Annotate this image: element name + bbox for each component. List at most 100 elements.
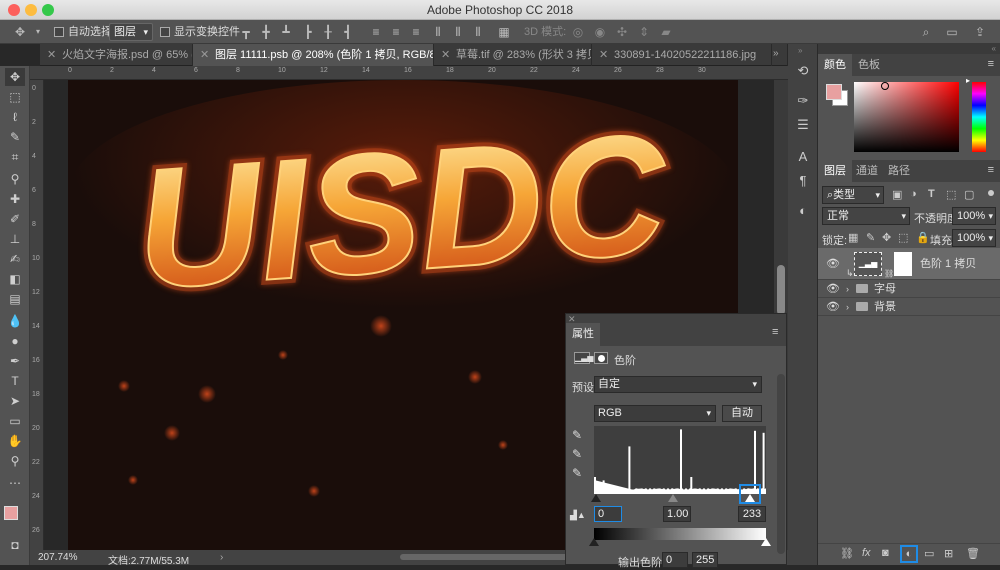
slide-3d-icon[interactable]: ⇕ [636,24,652,40]
scroll-thumb[interactable] [777,265,785,315]
color-field[interactable] [854,82,959,152]
filter-toggle[interactable] [988,190,994,196]
marquee-tool-icon[interactable]: ⬚ [5,88,25,106]
hand-tool-icon[interactable]: ✋ [5,432,25,450]
visibility-eye-icon[interactable]: 👁 [826,280,840,298]
search-icon[interactable]: ⌕ [918,24,934,40]
panel-menu-icon[interactable]: ≡ [988,58,994,70]
opacity-field[interactable]: 100% ▾ [952,207,996,225]
filter-shape-icon[interactable]: ⬚ [946,188,956,201]
auto-align-icon[interactable]: ▦ [496,24,512,40]
layer-row-background[interactable]: 👁 › 背景 [818,298,1000,316]
clone-stamp-tool-icon[interactable]: ⊥ [5,230,25,248]
distribute-left-icon[interactable]: ⦀ [430,24,446,40]
lock-transparent-icon[interactable]: ▦ [848,231,858,244]
input-gamma-slider[interactable] [668,494,678,502]
tab-jpg[interactable]: ✕ 330891-14020522211186.jpg [592,44,772,66]
new-group-icon[interactable]: ▭ [924,547,934,560]
input-black-field[interactable]: 0 [594,506,622,522]
quick-mask-icon[interactable]: ◘ [5,536,25,554]
brush-settings-icon[interactable]: ✑ [794,92,812,110]
hue-slider[interactable] [972,82,986,152]
lock-artboard-icon[interactable]: ⬚ [898,231,908,244]
layer-filter-dropdown[interactable]: ⌕类型 ▾ [822,186,884,204]
share-icon[interactable]: ⇪ [972,24,988,40]
move-tool-icon[interactable]: ✥ [12,24,28,40]
visibility-eye-icon[interactable]: 👁 [826,298,840,316]
new-adjustment-layer-icon[interactable]: ◐ [900,545,918,563]
distribute-bottom-icon[interactable]: ≡ [408,24,424,40]
move-tool-icon[interactable]: ✥ [5,68,25,86]
preset-dropdown[interactable]: 自定 ▾ [594,376,762,393]
white-point-eyedropper-icon[interactable]: ✎ [572,466,582,480]
input-gamma-field[interactable]: 1.00 [663,506,691,522]
output-white-slider[interactable] [761,538,771,546]
align-hcenter-icon[interactable]: ╂ [320,24,336,40]
collapse-panels-icon[interactable]: » [798,46,802,55]
auto-select-checkbox[interactable]: 自动选择: [54,20,115,44]
adjustments-panel-icon[interactable]: ☰ [794,116,812,134]
lock-image-icon[interactable]: ✎ [866,231,875,244]
tab-layers[interactable]: 图层 [818,160,852,182]
eyedropper-tool-icon[interactable]: ⚲ [5,170,25,188]
pen-tool-icon[interactable]: ✒ [5,352,25,370]
eraser-tool-icon[interactable]: ◧ [5,270,25,288]
distribute-right-icon[interactable]: ⦀ [470,24,486,40]
show-transform-checkbox[interactable]: 显示变换控件 [160,20,240,44]
tab-layer-11111[interactable]: ✕ 图层 11111.psb @ 208% (色阶 1 拷贝, RGB/8#) * [193,44,434,66]
brush-tool-icon[interactable]: ✐ [5,210,25,228]
gray-point-eyedropper-icon[interactable]: ✎ [572,447,582,461]
layer-row-levels[interactable]: 👁 ↳ ▁▃▅ ⛓ 色阶 1 拷贝 [818,248,1000,280]
auto-select-target-dropdown[interactable]: 图层 ▾ [109,23,153,41]
expand-group-icon[interactable]: › [846,280,849,298]
character-panel-icon[interactable]: A [794,148,812,166]
lasso-tool-icon[interactable]: ℓ [5,108,25,126]
close-tab-icon[interactable]: ✕ [599,44,608,66]
input-white-field[interactable]: 233 [738,506,766,522]
auto-button[interactable]: 自动 [722,405,762,422]
tab-strawberry[interactable]: ✕ 草莓.tif @ 283% (形状 3 拷贝... [434,44,592,66]
distribute-hcenter-icon[interactable]: ⦀ [450,24,466,40]
filter-type-icon[interactable]: T [928,188,935,200]
history-brush-tool-icon[interactable]: ✍ [5,250,25,268]
panel-menu-icon[interactable]: ≡ [988,164,994,176]
roll-3d-icon[interactable]: ◉ [592,24,608,40]
crop-tool-icon[interactable]: ⌗ [5,148,25,166]
align-right-icon[interactable]: ┫ [340,24,356,40]
horizontal-scrollbar[interactable] [400,554,570,560]
lock-position-icon[interactable]: ✥ [882,231,891,244]
expand-group-icon[interactable]: › [846,298,849,316]
tab-channels[interactable]: 通道 [850,160,884,182]
new-layer-icon[interactable]: ⊞ [944,547,953,560]
distribute-top-icon[interactable]: ≡ [368,24,384,40]
filter-smart-object-icon[interactable]: ▢ [964,188,974,201]
tab-swatches[interactable]: 色板 [852,54,886,76]
layer-row-letters[interactable]: 👁 › 字母 [818,280,1000,298]
filter-adjustment-icon[interactable]: ◑ [910,188,917,200]
more-tabs-icon[interactable]: » [773,48,779,59]
clipping-warning-icon[interactable]: ▟▲ [570,510,586,521]
zoom-tool-icon[interactable]: ⚲ [5,452,25,470]
close-tab-icon[interactable]: ✕ [200,44,209,66]
tab-properties[interactable]: 属性 [566,323,600,346]
foreground-color-swatch[interactable] [4,506,18,520]
tab-paths[interactable]: 路径 [882,160,916,182]
styles-panel-icon[interactable]: ◐ [794,202,812,220]
visibility-eye-icon[interactable]: 👁 [826,248,840,280]
align-top-icon[interactable]: ┳ [238,24,254,40]
tab-color[interactable]: 颜色 [818,54,852,76]
input-white-slider[interactable] [745,494,755,502]
rectangle-tool-icon[interactable]: ▭ [5,412,25,430]
align-vcenter-icon[interactable]: ╋ [258,24,274,40]
link-layers-icon[interactable]: ⛓ [840,547,854,560]
lock-all-icon[interactable]: 🔒 [916,231,930,244]
rotate-3d-icon[interactable]: ◎ [570,24,586,40]
black-point-eyedropper-icon[interactable]: ✎ [572,428,582,442]
more-tools-icon[interactable]: ⋯ [5,474,25,492]
close-tab-icon[interactable]: ✕ [441,44,450,66]
quick-select-tool-icon[interactable]: ✎ [5,128,25,146]
output-white-field[interactable]: 255 [692,552,718,568]
fill-field[interactable]: 100% ▾ [952,229,996,247]
scale-3d-icon[interactable]: ▰ [658,24,674,40]
layer-style-icon[interactable]: fx [862,547,871,559]
